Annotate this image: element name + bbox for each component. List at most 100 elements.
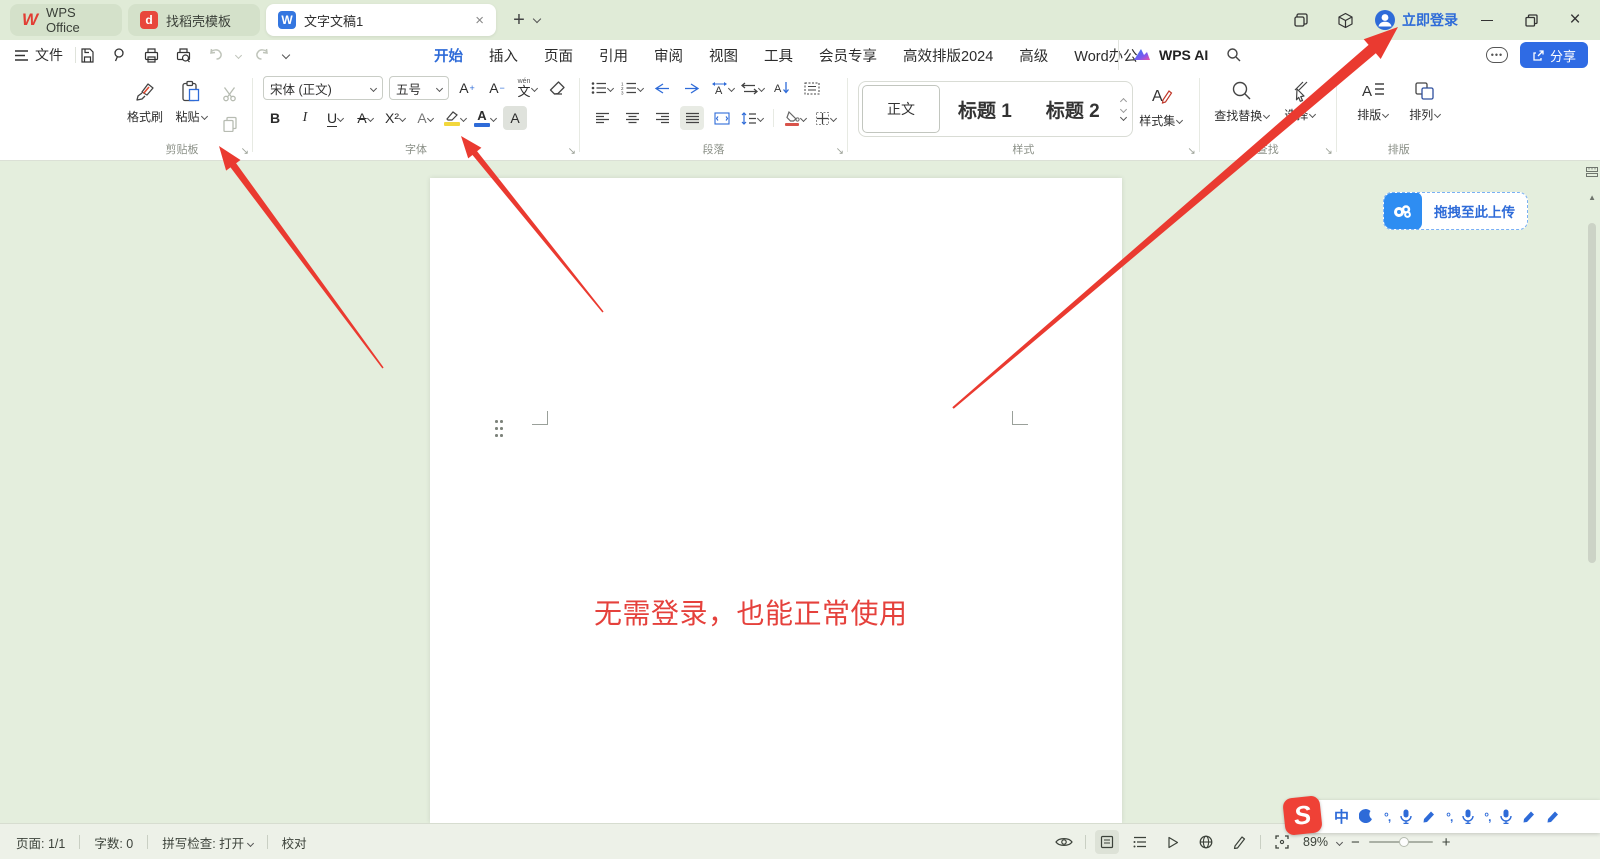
- login-button[interactable]: 立即登录: [1374, 9, 1458, 31]
- vertical-scrollbar[interactable]: ▲: [1584, 161, 1600, 823]
- outline-view-icon[interactable]: [1128, 830, 1152, 854]
- restore-button[interactable]: [1516, 5, 1546, 35]
- punctuation-mode-icon-3[interactable]: °,: [1484, 810, 1490, 824]
- paste-button[interactable]: 粘贴: [168, 76, 214, 134]
- numbered-list-button[interactable]: 123: [620, 76, 644, 100]
- char-shading-button[interactable]: A: [503, 106, 527, 130]
- highlight-color-button[interactable]: [443, 106, 467, 130]
- zoom-chevron-icon[interactable]: [1336, 838, 1343, 845]
- more-options-icon[interactable]: •••: [1486, 47, 1508, 63]
- decrease-indent-button[interactable]: [650, 76, 674, 100]
- close-button[interactable]: ×: [1560, 5, 1590, 35]
- handwriting-icon-3[interactable]: [1546, 810, 1560, 823]
- drag-handle-icon[interactable]: [495, 420, 505, 441]
- tab-insert[interactable]: 插入: [487, 42, 520, 69]
- zoom-slider[interactable]: [1369, 841, 1433, 843]
- punctuation-mode-icon-2[interactable]: °,: [1446, 810, 1452, 824]
- minimize-button[interactable]: [1472, 5, 1502, 35]
- tab-review[interactable]: 审阅: [652, 42, 685, 69]
- find-replace-button[interactable]: 查找替换: [1210, 76, 1274, 134]
- voice-input-icon[interactable]: [1400, 809, 1412, 824]
- redo-icon[interactable]: [251, 44, 273, 66]
- spellcheck-status[interactable]: 拼写检查: 打开: [162, 833, 252, 852]
- decrease-font-button[interactable]: A−: [485, 76, 509, 100]
- scrollbar-thumb[interactable]: [1588, 223, 1596, 563]
- clear-format-button[interactable]: [545, 76, 569, 100]
- voice-input-icon-3[interactable]: [1500, 809, 1512, 824]
- line-spacing-button[interactable]: [740, 106, 764, 130]
- tab-reference[interactable]: 引用: [597, 42, 630, 69]
- cut-button[interactable]: [218, 82, 242, 106]
- font-name-select[interactable]: 宋体 (正文): [263, 76, 383, 100]
- new-tab-button[interactable]: +: [506, 9, 532, 32]
- style-scroll-down-icon[interactable]: [1120, 105, 1127, 112]
- format-painter-button[interactable]: 格式刷: [122, 76, 168, 134]
- document-page[interactable]: [430, 178, 1122, 823]
- ruler-toggle-icon[interactable]: [1586, 167, 1598, 177]
- reading-mode-icon[interactable]: [1052, 830, 1076, 854]
- quickbar-more-chevron-icon[interactable]: [282, 51, 290, 59]
- tab-close-icon[interactable]: ×: [475, 12, 484, 29]
- multi-window-icon[interactable]: [1286, 5, 1316, 35]
- styles-expand-icon[interactable]: ↘: [1187, 146, 1195, 157]
- select-button[interactable]: 选择: [1274, 76, 1326, 134]
- tab-home[interactable]: 开始: [432, 42, 465, 69]
- file-menu[interactable]: 文件: [14, 40, 76, 70]
- fullwidth-moon-icon[interactable]: [1359, 809, 1374, 824]
- voice-input-icon-2[interactable]: [1462, 809, 1474, 824]
- paragraph-expand-icon[interactable]: ↘: [836, 146, 844, 157]
- tab-wps-home[interactable]: W WPS Office: [10, 4, 122, 36]
- style-scroll-up-icon[interactable]: [1120, 97, 1127, 104]
- page-count[interactable]: 页面: 1/1: [16, 833, 65, 852]
- increase-font-button[interactable]: A+: [455, 76, 479, 100]
- superscript-button[interactable]: X²: [383, 106, 407, 130]
- share-button[interactable]: 分享: [1520, 42, 1588, 68]
- justify-button[interactable]: [680, 106, 704, 130]
- arrange-button[interactable]: 排列: [1399, 76, 1451, 134]
- tab-docer-templates[interactable]: d 找稻壳模板: [128, 4, 260, 36]
- copy-button[interactable]: [218, 112, 242, 136]
- tab-typeset2024[interactable]: 高效排版2024: [901, 42, 995, 69]
- style-heading1[interactable]: 标题 1: [942, 85, 1028, 133]
- sogou-logo-icon[interactable]: S: [1282, 795, 1323, 836]
- style-normal[interactable]: 正文: [862, 85, 940, 133]
- align-right-button[interactable]: [650, 106, 674, 130]
- sort-button[interactable]: A: [770, 76, 794, 100]
- workspace-cube-icon[interactable]: [1330, 5, 1360, 35]
- save-icon[interactable]: [76, 44, 98, 66]
- increase-indent-button[interactable]: [680, 76, 704, 100]
- wps-ai-label[interactable]: WPS AI: [1159, 47, 1208, 63]
- zoom-percentage[interactable]: 89%: [1303, 835, 1328, 849]
- align-center-button[interactable]: [620, 106, 644, 130]
- tab-advanced[interactable]: 高级: [1017, 42, 1050, 69]
- search-icon[interactable]: [1226, 47, 1242, 63]
- word-count[interactable]: 字数: 0: [94, 833, 133, 852]
- font-color-button[interactable]: A: [473, 106, 497, 130]
- web-layout-icon[interactable]: [1194, 830, 1218, 854]
- play-slideshow-icon[interactable]: [1161, 830, 1185, 854]
- distribute-button[interactable]: [710, 106, 734, 130]
- bold-button[interactable]: B: [263, 106, 287, 130]
- export-pdf-icon[interactable]: [108, 44, 130, 66]
- bullet-list-button[interactable]: [590, 76, 614, 100]
- upload-dropzone-button[interactable]: 拖拽至此上传: [1383, 192, 1528, 230]
- italic-button[interactable]: I: [293, 106, 317, 130]
- ink-pen-icon[interactable]: [1227, 830, 1251, 854]
- shading-button[interactable]: [783, 106, 807, 130]
- proofread-button[interactable]: 校对: [282, 833, 307, 852]
- style-set-button[interactable]: A 样式集: [1133, 80, 1189, 138]
- tab-list-chevron-icon[interactable]: [534, 11, 540, 29]
- undo-chevron-icon[interactable]: [235, 51, 242, 58]
- align-left-button[interactable]: [590, 106, 614, 130]
- text-effects-button[interactable]: A: [413, 106, 437, 130]
- handwriting-icon[interactable]: [1422, 810, 1436, 823]
- style-more-icon[interactable]: [1120, 113, 1127, 120]
- handwriting-icon-2[interactable]: [1522, 810, 1536, 823]
- text-direction-button[interactable]: [740, 76, 764, 100]
- underline-button[interactable]: U: [323, 106, 347, 130]
- style-heading2[interactable]: 标题 2: [1030, 85, 1116, 133]
- tab-view[interactable]: 视图: [707, 42, 740, 69]
- strikethrough-button[interactable]: A: [353, 106, 377, 130]
- tab-tools[interactable]: 工具: [762, 42, 795, 69]
- tab-member[interactable]: 会员专享: [817, 42, 879, 69]
